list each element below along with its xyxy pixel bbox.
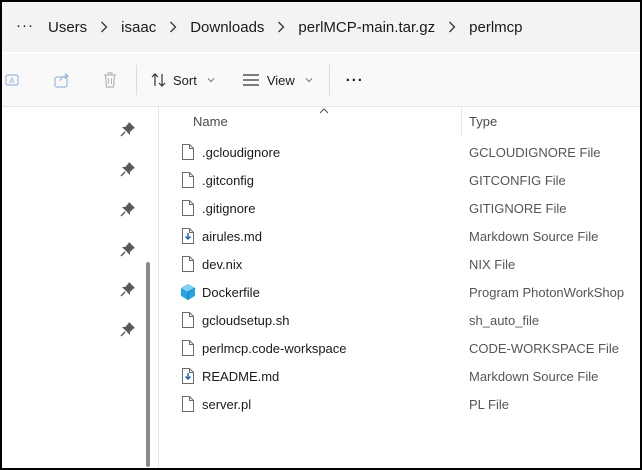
chevron-right-icon[interactable]	[87, 21, 121, 33]
breadcrumb-users[interactable]: Users	[48, 19, 87, 36]
breadcrumb-downloads[interactable]: Downloads	[190, 19, 264, 36]
file-row[interactable]: .gcloudignore GCLOUDIGNORE File	[159, 138, 640, 166]
file-type: Program PhotonWorkShop	[469, 285, 625, 300]
file-name: perlmcp.code-workspace	[202, 341, 347, 356]
file-row[interactable]: .gitignore GITIGNORE File	[159, 194, 640, 222]
file-type: GITIGNORE File	[469, 201, 567, 216]
pin-icon[interactable]	[120, 281, 136, 297]
file-row[interactable]: gcloudsetup.sh sh_auto_file	[159, 306, 640, 334]
pin-icon[interactable]	[120, 121, 136, 137]
pin-icon[interactable]	[120, 201, 136, 217]
file-type: CODE-WORKSPACE File	[469, 341, 619, 356]
blank-file-icon	[180, 339, 196, 357]
chevron-right-icon[interactable]	[156, 21, 190, 33]
chevron-right-icon[interactable]	[264, 21, 298, 33]
breadcrumb-perlmcp[interactable]: perlmcp	[469, 19, 522, 36]
view-icon	[239, 68, 263, 92]
file-type: sh_auto_file	[469, 313, 540, 328]
view-label: View	[266, 72, 295, 88]
share-icon[interactable]	[50, 68, 74, 92]
column-name[interactable]: Name	[193, 114, 228, 129]
file-type: NIX File	[469, 257, 516, 272]
blank-file-icon	[180, 255, 196, 273]
markdown-file-icon	[180, 227, 196, 245]
breadcrumb-archive[interactable]: perlMCP-main.tar.gz	[298, 19, 435, 36]
view-button[interactable]: View	[239, 68, 313, 92]
file-name: .gitignore	[202, 201, 256, 216]
file-name: Dockerfile	[202, 285, 260, 300]
file-name: dev.nix	[202, 257, 243, 272]
markdown-file-icon	[180, 367, 196, 385]
navigation-pane	[2, 107, 158, 468]
sort-ascending-icon	[319, 106, 329, 117]
breadcrumb-isaac[interactable]: isaac	[121, 19, 156, 36]
file-type: GITCONFIG File	[469, 173, 566, 188]
chevron-down-icon	[305, 75, 313, 85]
pin-icon[interactable]	[120, 241, 136, 257]
blank-file-icon	[180, 143, 196, 161]
file-row[interactable]: perlmcp.code-workspace CODE-WORKSPACE Fil…	[159, 334, 640, 362]
sort-icon	[147, 68, 171, 92]
file-name: .gcloudignore	[202, 145, 281, 160]
file-type: Markdown Source File	[469, 369, 599, 384]
file-row[interactable]: README.md Markdown Source File	[159, 362, 640, 390]
chevron-right-icon[interactable]	[435, 21, 469, 33]
rename-icon[interactable]: A	[2, 68, 24, 92]
file-row[interactable]: airules.md Markdown Source File	[159, 222, 640, 250]
address-bar[interactable]: ··· Users isaac Downloads perlMCP-main.t…	[2, 2, 640, 52]
column-header: Name Type	[159, 107, 640, 135]
blank-file-icon	[180, 395, 196, 413]
breadcrumb-overflow-button[interactable]: ···	[2, 17, 48, 38]
toolbar-divider	[136, 65, 137, 95]
file-row[interactable]: dev.nix NIX File	[159, 250, 640, 278]
file-type: GCLOUDIGNORE File	[469, 145, 601, 160]
sort-button[interactable]: Sort	[147, 68, 215, 92]
delete-icon[interactable]	[98, 68, 122, 92]
file-type: PL File	[469, 397, 509, 412]
sort-label: Sort	[173, 72, 197, 88]
file-row[interactable]: server.pl PL File	[159, 390, 640, 418]
pin-icon[interactable]	[120, 161, 136, 177]
file-type: Markdown Source File	[469, 229, 599, 244]
command-bar: A Sort View ···	[2, 54, 640, 107]
column-type[interactable]: Type	[469, 114, 497, 129]
toolbar-divider	[328, 65, 330, 95]
explorer-window: ··· Users isaac Downloads perlMCP-main.t…	[0, 0, 642, 470]
column-divider[interactable]	[461, 107, 462, 135]
svg-text:A: A	[9, 77, 15, 86]
navigation-scrollbar[interactable]	[146, 262, 150, 467]
file-name: gcloudsetup.sh	[202, 313, 290, 328]
cube-file-icon	[179, 283, 196, 301]
pin-icon[interactable]	[120, 321, 136, 337]
see-more-button[interactable]: ···	[346, 72, 364, 89]
file-row[interactable]: Dockerfile Program PhotonWorkShop	[159, 278, 640, 306]
file-name: README.md	[202, 369, 280, 384]
blank-file-icon	[180, 199, 196, 217]
file-name: airules.md	[202, 229, 262, 244]
file-name: server.pl	[202, 397, 252, 412]
blank-file-icon	[180, 311, 196, 329]
file-name: .gitconfig	[202, 173, 255, 188]
file-row[interactable]: .gitconfig GITCONFIG File	[159, 166, 640, 194]
chevron-down-icon	[207, 75, 215, 85]
blank-file-icon	[180, 171, 196, 189]
